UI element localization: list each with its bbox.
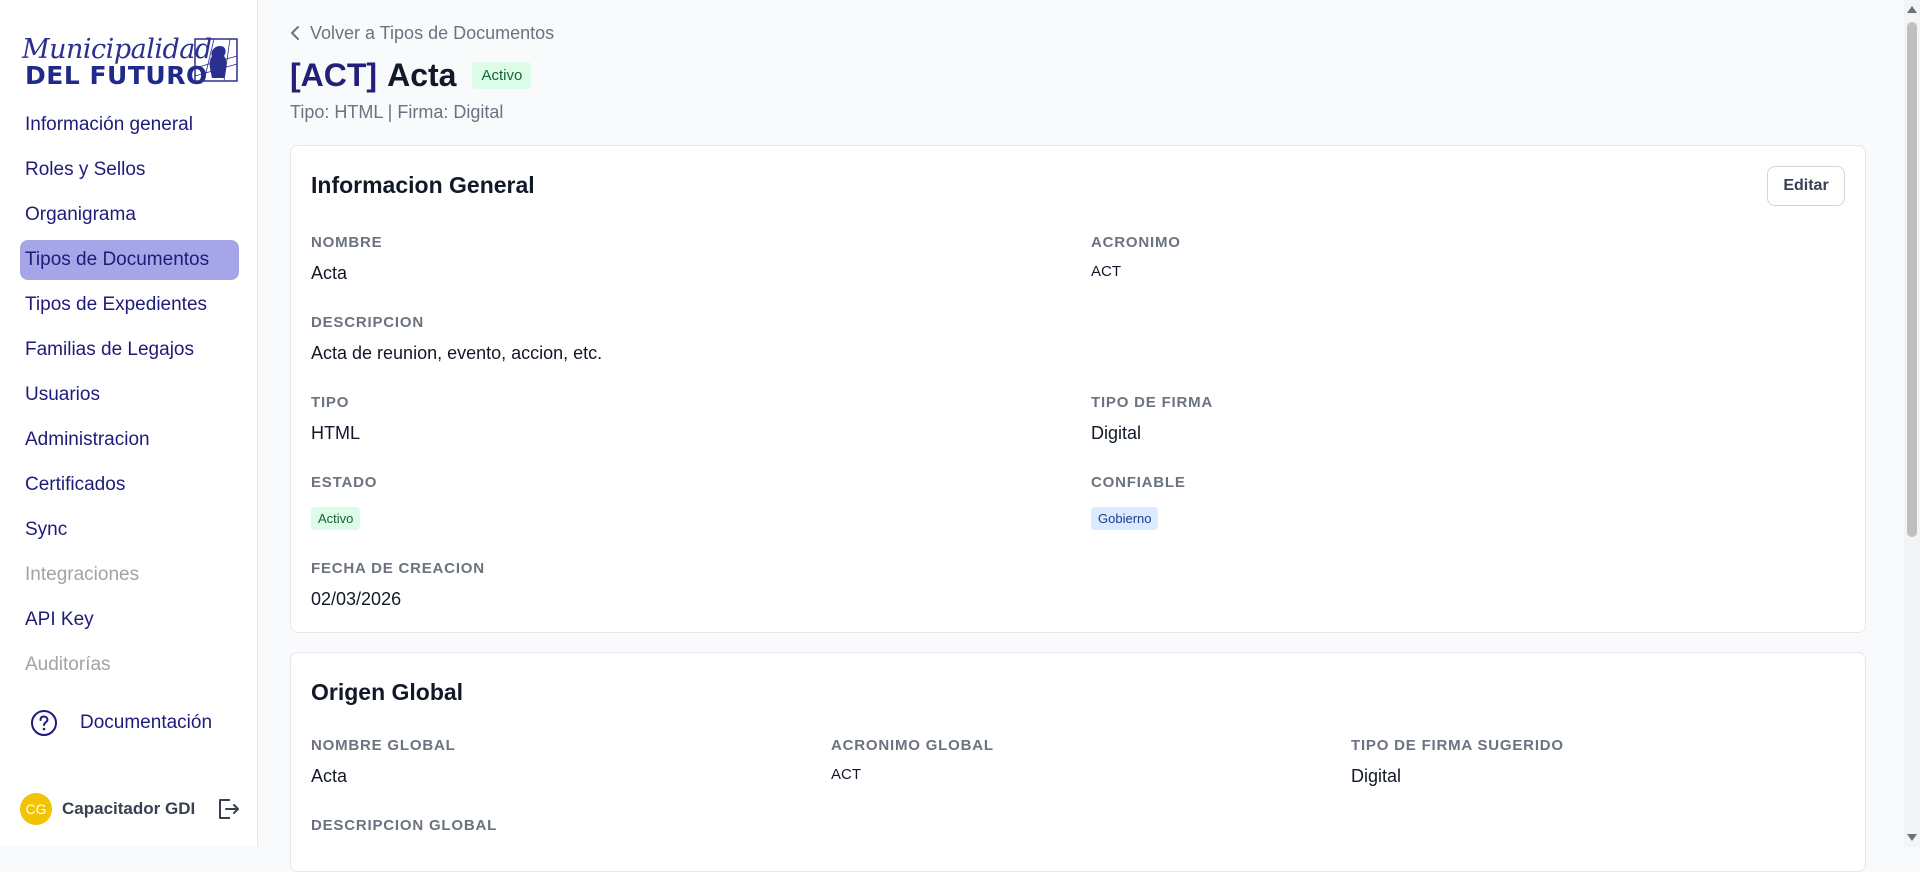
label-tipo: TIPO xyxy=(311,394,350,411)
general-info-card: Informacion General Editar NOMBRE Acta A… xyxy=(290,145,1866,633)
sidebar-item-usuarios[interactable]: Usuarios xyxy=(20,375,239,415)
scroll-up-icon[interactable] xyxy=(1907,6,1917,13)
avatar[interactable]: CG xyxy=(20,793,52,825)
field-descripcion-global: DESCRIPCION GLOBAL xyxy=(311,817,497,834)
value-nombre-global: Acta xyxy=(311,766,348,786)
card-title-general: Informacion General xyxy=(311,172,535,198)
value-acronimo-global: ACT xyxy=(831,766,861,783)
label-tipo-firma: TIPO DE FIRMA xyxy=(1091,394,1214,411)
sidebar-item-informacion-general[interactable]: Información general xyxy=(20,105,239,145)
logout-icon[interactable] xyxy=(215,796,241,822)
title-acronym: [ACT] xyxy=(290,56,378,93)
sidebar-item-certificados[interactable]: Certificados xyxy=(20,465,239,505)
label-descripcion: DESCRIPCION xyxy=(311,314,424,331)
edit-button[interactable]: Editar xyxy=(1767,166,1845,206)
back-label: Volver a Tipos de Documentos xyxy=(310,22,555,43)
logo-bold-text: DEL FUTURO xyxy=(25,61,208,90)
sidebar-item-tipos-documentos[interactable]: Tipos de Documentos xyxy=(20,240,239,280)
label-estado: ESTADO xyxy=(311,474,378,491)
field-confiable: CONFIABLE Gobierno xyxy=(1091,474,1186,530)
label-nombre-global: NOMBRE GLOBAL xyxy=(311,737,456,754)
municipality-logo[interactable]: Municipalidad DEL FUTURO xyxy=(22,34,238,90)
sidebar-item-auditorias: Auditorías xyxy=(25,654,111,675)
field-nombre-global: NOMBRE GLOBAL Acta xyxy=(311,737,456,787)
title-name: Acta xyxy=(387,56,457,93)
sidebar-item-familias-legajos[interactable]: Familias de Legajos xyxy=(20,330,239,370)
field-tipo: TIPO HTML xyxy=(311,394,360,444)
estado-badge: Activo xyxy=(311,507,361,530)
field-descripcion: DESCRIPCION Acta de reunion, evento, acc… xyxy=(311,314,602,364)
user-name: Capacitador GDI xyxy=(62,799,196,818)
value-tipo-firma: Digital xyxy=(1091,423,1142,443)
chevron-left-icon xyxy=(291,26,299,40)
label-firma-sugerido: TIPO DE FIRMA SUGERIDO xyxy=(1351,737,1564,754)
value-firma-sugerido: Digital xyxy=(1351,766,1402,786)
value-fecha: 02/03/2026 xyxy=(311,589,402,609)
sidebar-item-sync[interactable]: Sync xyxy=(20,510,239,550)
field-acronimo: ACRONIMO ACT xyxy=(1091,234,1181,280)
sidebar-nav: Información general Roles y Sellos Organ… xyxy=(20,105,239,690)
sidebar: Municipalidad DEL FUTURO Información gen… xyxy=(0,0,258,847)
documentation-label: Documentación xyxy=(80,712,213,733)
field-nombre: NOMBRE Acta xyxy=(311,234,382,284)
value-descripcion: Acta de reunion, evento, accion, etc. xyxy=(311,343,603,363)
sidebar-item-integraciones: Integraciones xyxy=(25,564,140,585)
label-descripcion-global: DESCRIPCION GLOBAL xyxy=(311,817,498,834)
card-title-global: Origen Global xyxy=(311,679,464,705)
field-fecha-creacion: FECHA DE CREACION 02/03/2026 xyxy=(311,560,485,610)
confiable-badge: Gobierno xyxy=(1091,507,1159,530)
label-fecha: FECHA DE CREACION xyxy=(311,560,485,577)
label-acronimo: ACRONIMO xyxy=(1091,234,1181,251)
help-circle-icon xyxy=(31,710,57,736)
value-tipo: HTML xyxy=(311,423,360,443)
label-confiable: CONFIABLE xyxy=(1091,474,1186,491)
sidebar-item-tipos-expedientes[interactable]: Tipos de Expedientes xyxy=(20,285,239,325)
value-nombre: Acta xyxy=(311,263,348,283)
label-acronimo-global: ACRONIMO GLOBAL xyxy=(831,737,994,754)
user-profile: CG Capacitador GDI xyxy=(20,790,241,828)
back-link[interactable]: Volver a Tipos de Documentos xyxy=(290,20,554,46)
global-origin-card: Origen Global NOMBRE GLOBAL Acta ACRONIM… xyxy=(290,652,1866,872)
scroll-down-icon[interactable] xyxy=(1907,834,1917,841)
sidebar-item-roles-sellos[interactable]: Roles y Sellos xyxy=(20,150,239,190)
sidebar-item-administracion[interactable]: Administracion xyxy=(20,420,239,460)
label-nombre: NOMBRE xyxy=(311,234,383,251)
field-tipo-firma: TIPO DE FIRMA Digital xyxy=(1091,394,1213,444)
main-content: Volver a Tipos de Documentos [ACT] Acta … xyxy=(258,0,1900,872)
page-subtitle: Tipo: HTML | Firma: Digital xyxy=(290,102,504,122)
field-firma-sugerido: TIPO DE FIRMA SUGERIDO Digital xyxy=(1351,737,1564,787)
status-badge: Activo xyxy=(472,61,532,89)
field-estado: ESTADO Activo xyxy=(311,474,377,530)
documentation-link[interactable]: Documentación xyxy=(30,706,212,740)
sidebar-item-api-key[interactable]: API Key xyxy=(20,600,239,640)
field-acronimo-global: ACRONIMO GLOBAL ACT xyxy=(831,737,994,783)
scrollbar-thumb[interactable] xyxy=(1907,22,1917,537)
value-acronimo: ACT xyxy=(1091,263,1121,280)
emblem-icon xyxy=(194,38,238,82)
page-scrollbar[interactable] xyxy=(1904,0,1920,847)
page-title: [ACT] Acta Activo xyxy=(290,52,532,98)
sidebar-item-organigrama[interactable]: Organigrama xyxy=(20,195,239,235)
